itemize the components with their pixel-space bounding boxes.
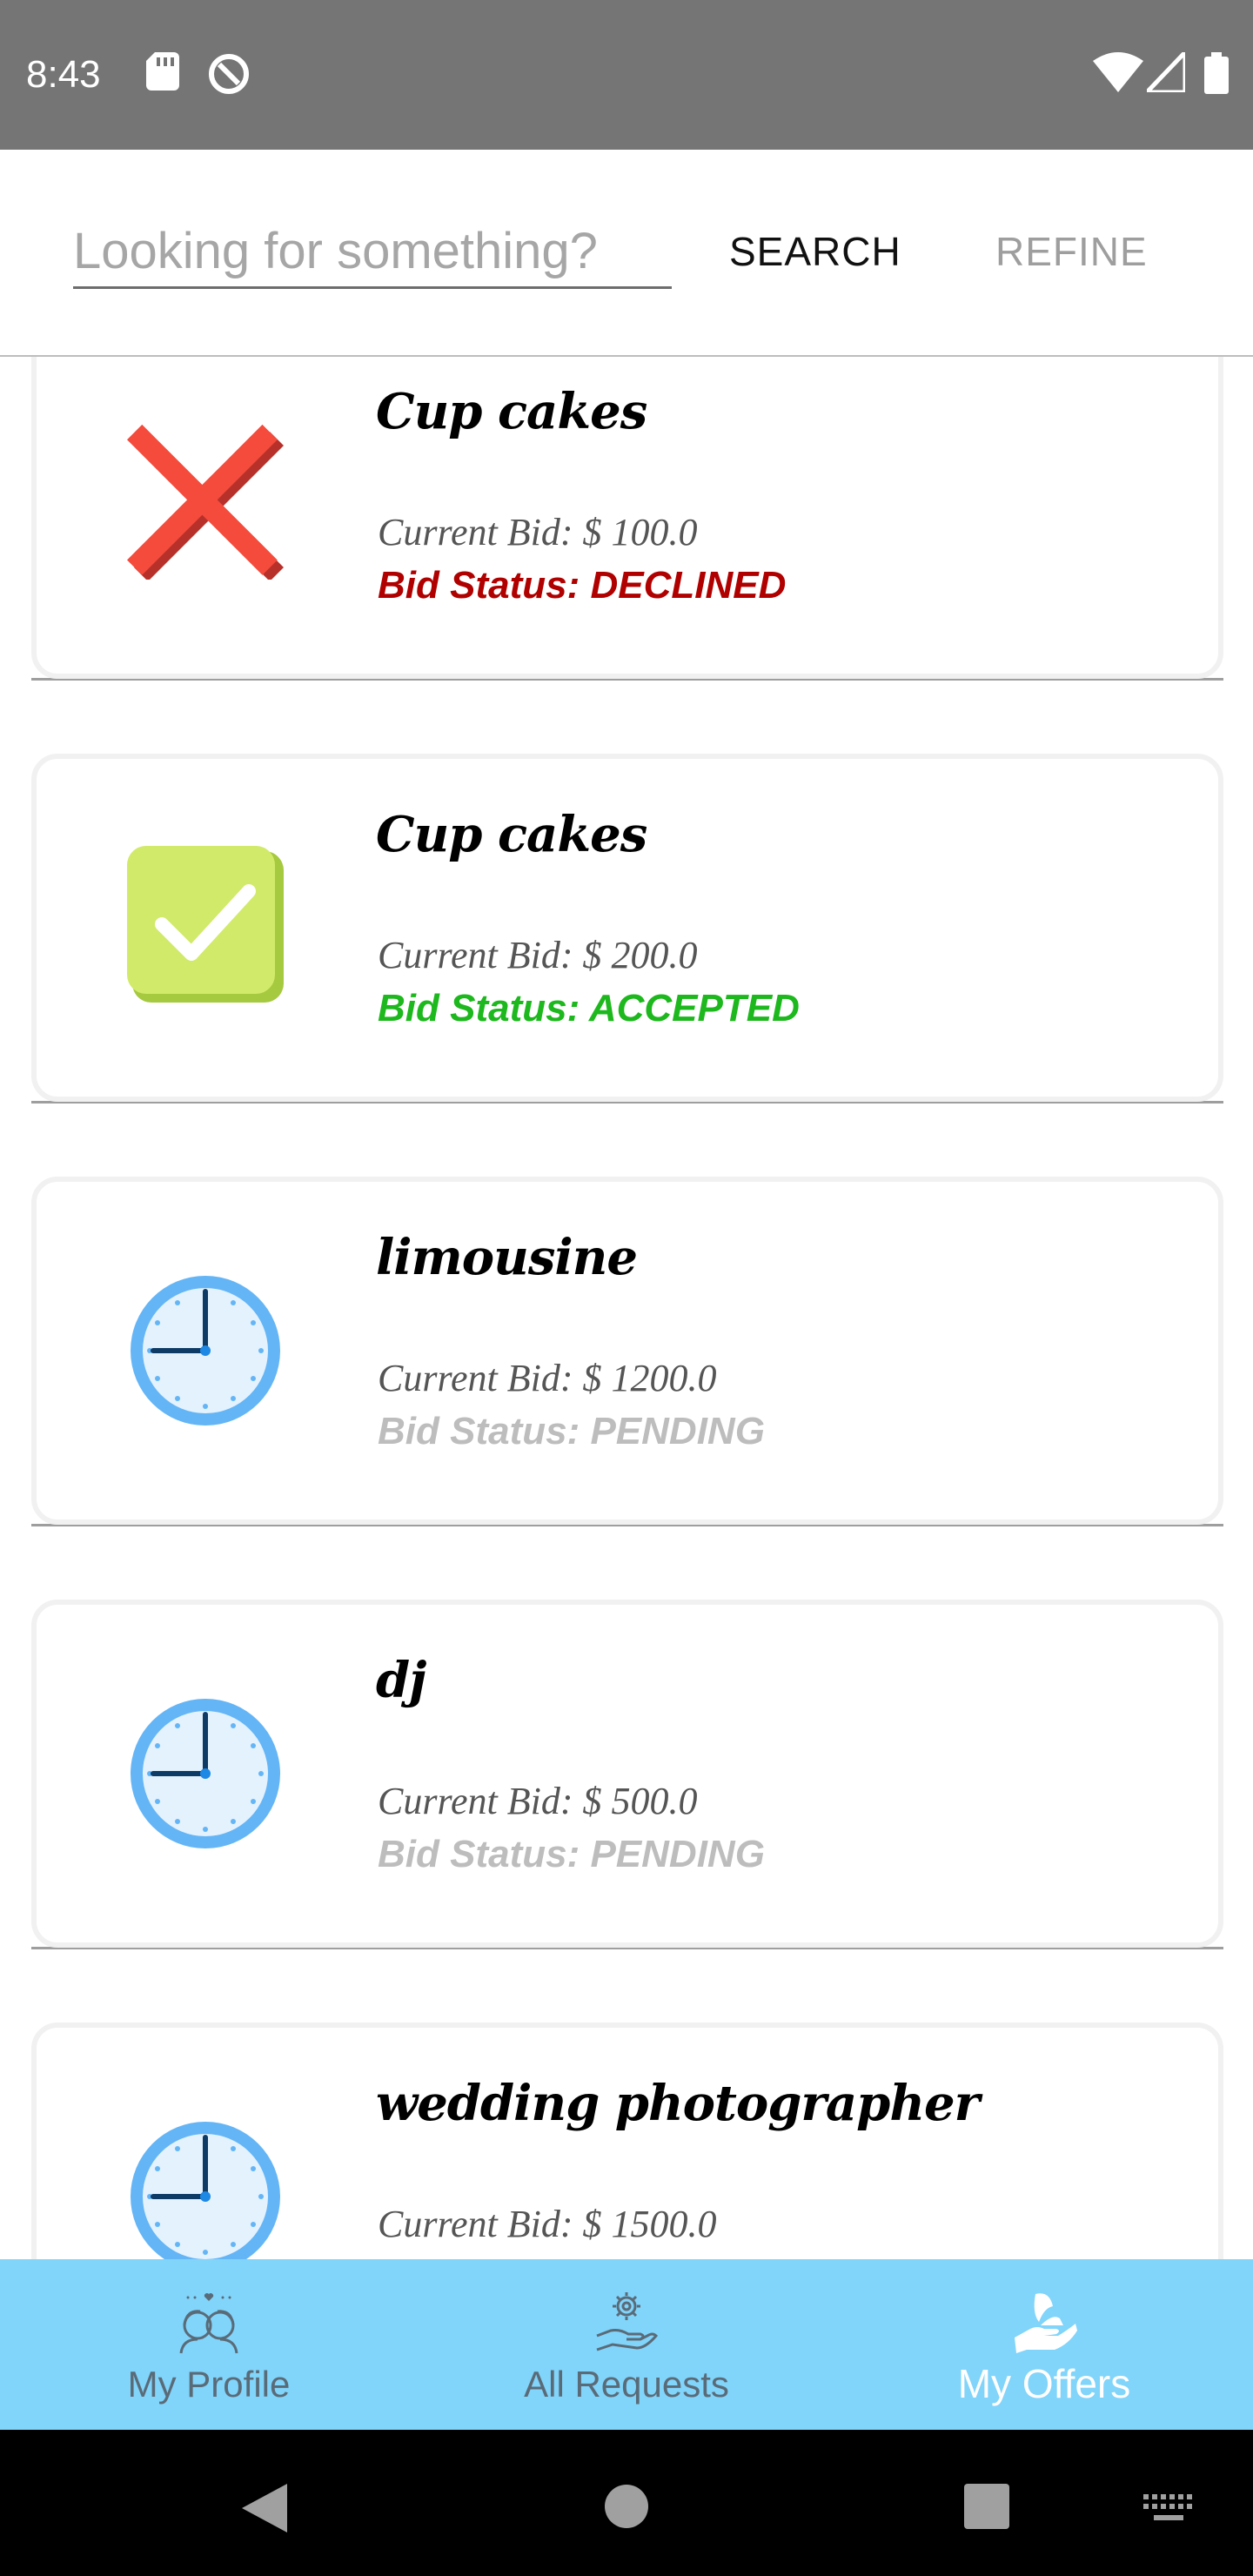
- offer-bid-status: Bid Status: DECLINED: [378, 564, 787, 607]
- offer-current-bid: Current Bid: $ 1200.0: [378, 1357, 717, 1399]
- offer-card[interactable]: limousine Current Bid: $ 1200.0 Bid Stat…: [31, 1177, 1223, 1526]
- offer-card[interactable]: Cup cakes Current Bid: $ 200.0 Bid Statu…: [31, 754, 1223, 1104]
- offer-card-body: limousine Current Bid: $ 1200.0 Bid Stat…: [31, 1177, 1223, 1525]
- declined-x-icon: [127, 424, 284, 580]
- home-icon[interactable]: [604, 2484, 649, 2529]
- battery-icon: [1204, 52, 1229, 94]
- pending-clock-icon: [131, 2122, 280, 2259]
- offer-card-body: Cup cakes Current Bid: $ 200.0 Bid Statu…: [31, 754, 1223, 1102]
- search-button[interactable]: SEARCH: [729, 228, 901, 275]
- status-time: 8:43: [26, 53, 101, 96]
- no-disturb-icon: [209, 54, 249, 94]
- pending-clock-icon: [131, 1276, 280, 1426]
- nav-my-offers[interactable]: My Offers: [835, 2259, 1253, 2430]
- offer-card-body: wedding photographer Current Bid: $ 1500…: [31, 2023, 1223, 2259]
- back-icon[interactable]: [240, 2484, 289, 2532]
- offer-card[interactable]: dj Current Bid: $ 500.0 Bid Status: PEND…: [31, 1600, 1223, 1949]
- bottom-navigation: My Profile All Requests My Offers: [0, 2259, 1253, 2430]
- nav-my-profile[interactable]: My Profile: [0, 2259, 418, 2430]
- offer-hand-icon: [1015, 2293, 1077, 2353]
- signal-icon: [1147, 52, 1185, 92]
- search-header: SEARCH REFINE: [0, 150, 1253, 357]
- nav-label: All Requests: [524, 2364, 729, 2405]
- offer-bid-status: Bid Status: PENDING: [378, 1410, 765, 1452]
- nav-label: My Profile: [127, 2364, 291, 2405]
- search-input[interactable]: [73, 216, 672, 285]
- search-field: [73, 216, 672, 289]
- accepted-check-icon: [127, 846, 284, 1003]
- nav-label: My Offers: [957, 2361, 1131, 2406]
- sd-card-icon: [146, 52, 179, 91]
- offer-current-bid: Current Bid: $ 200.0: [378, 934, 698, 976]
- offer-card[interactable]: Cup cakes Current Bid: $ 100.0 Bid Statu…: [31, 357, 1223, 681]
- offer-title: Cup cakes: [376, 383, 647, 440]
- system-navigation-bar: [0, 2430, 1253, 2576]
- offer-current-bid: Current Bid: $ 1500.0: [378, 2203, 717, 2245]
- offer-card[interactable]: wedding photographer Current Bid: $ 1500…: [31, 2023, 1223, 2259]
- status-bar: 8:43: [0, 0, 1253, 150]
- keyboard-icon[interactable]: [1143, 2494, 1194, 2524]
- offer-bid-status: Bid Status: ACCEPTED: [378, 987, 800, 1030]
- offer-title: dj: [376, 1652, 426, 1709]
- recents-icon[interactable]: [964, 2484, 1009, 2529]
- wifi-icon: [1093, 52, 1143, 92]
- offer-current-bid: Current Bid: $ 500.0: [378, 1780, 698, 1822]
- gear-hand-icon: [596, 2292, 659, 2351]
- offer-current-bid: Current Bid: $ 100.0: [378, 511, 698, 553]
- couple-icon: [179, 2293, 238, 2354]
- offer-bid-status: Bid Status: PENDING: [378, 1833, 765, 1875]
- offer-card-body: dj Current Bid: $ 500.0 Bid Status: PEND…: [31, 1600, 1223, 1948]
- offers-list[interactable]: Cup cakes Current Bid: $ 100.0 Bid Statu…: [0, 357, 1253, 2259]
- pending-clock-icon: [131, 1699, 280, 1848]
- offer-card-body: Cup cakes Current Bid: $ 100.0 Bid Statu…: [31, 357, 1223, 679]
- offer-title: limousine: [376, 1229, 638, 1286]
- refine-button[interactable]: REFINE: [995, 228, 1148, 275]
- offer-title: wedding photographer: [376, 2075, 980, 2132]
- nav-all-requests[interactable]: All Requests: [418, 2259, 835, 2430]
- offer-title: Cup cakes: [376, 806, 647, 863]
